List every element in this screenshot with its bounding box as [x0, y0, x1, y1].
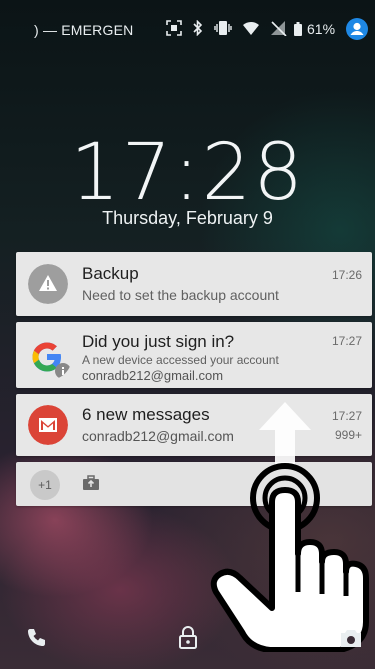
- battery-percent: 61%: [307, 21, 336, 37]
- no-signal-icon: [271, 21, 287, 36]
- notification-count: 999+: [334, 428, 362, 442]
- pointing-hand-icon: [210, 463, 369, 652]
- battery-indicator: 61%: [294, 21, 335, 37]
- notification-subtext: conradb212@gmail.com: [82, 368, 224, 383]
- notification-time: 17:27: [331, 334, 362, 348]
- notification-signin[interactable]: Did you just sign in? A new device acces…: [16, 322, 372, 388]
- notification-time: 17:27: [331, 409, 362, 423]
- notification-text: conradb212@gmail.com: [82, 428, 234, 444]
- notification-time: 17:26: [331, 268, 362, 282]
- carrier-label: ) — EMERGEN: [34, 22, 134, 38]
- status-bar: ) — EMERGEN 61%: [0, 0, 375, 60]
- briefcase-upload-icon: [83, 475, 99, 490]
- wifi-icon: [243, 21, 259, 35]
- lock-icon[interactable]: [178, 626, 198, 650]
- google-icon: [32, 342, 71, 379]
- overflow-count-badge: +1: [30, 470, 60, 500]
- notification-gmail[interactable]: 6 new messages conradb212@gmail.com 17:2…: [16, 394, 372, 456]
- gmail-icon: [28, 405, 68, 445]
- notification-title: 6 new messages: [82, 405, 210, 424]
- lockscreen-clock: 17:28: [70, 128, 305, 218]
- lockscreen-date: Thursday, February 9: [102, 208, 273, 228]
- notification-backup[interactable]: Backup Need to set the backup account 17…: [16, 252, 372, 316]
- battery-icon: [294, 22, 302, 36]
- screenshot-icon: [166, 20, 182, 36]
- phone-icon[interactable]: [26, 628, 46, 648]
- bluetooth-icon: [193, 20, 203, 36]
- account-icon[interactable]: [346, 18, 368, 40]
- overflow-count: +1: [38, 478, 52, 492]
- swipe-up-arrow-icon: [259, 402, 311, 468]
- notification-text: A new device accessed your account: [82, 353, 279, 367]
- vibrate-icon: [214, 21, 232, 35]
- warning-icon: [28, 264, 68, 304]
- notification-text: Need to set the backup account: [82, 287, 279, 303]
- notification-title: Did you just sign in?: [82, 332, 235, 351]
- camera-icon[interactable]: [340, 628, 362, 648]
- notification-title: Backup: [82, 264, 139, 283]
